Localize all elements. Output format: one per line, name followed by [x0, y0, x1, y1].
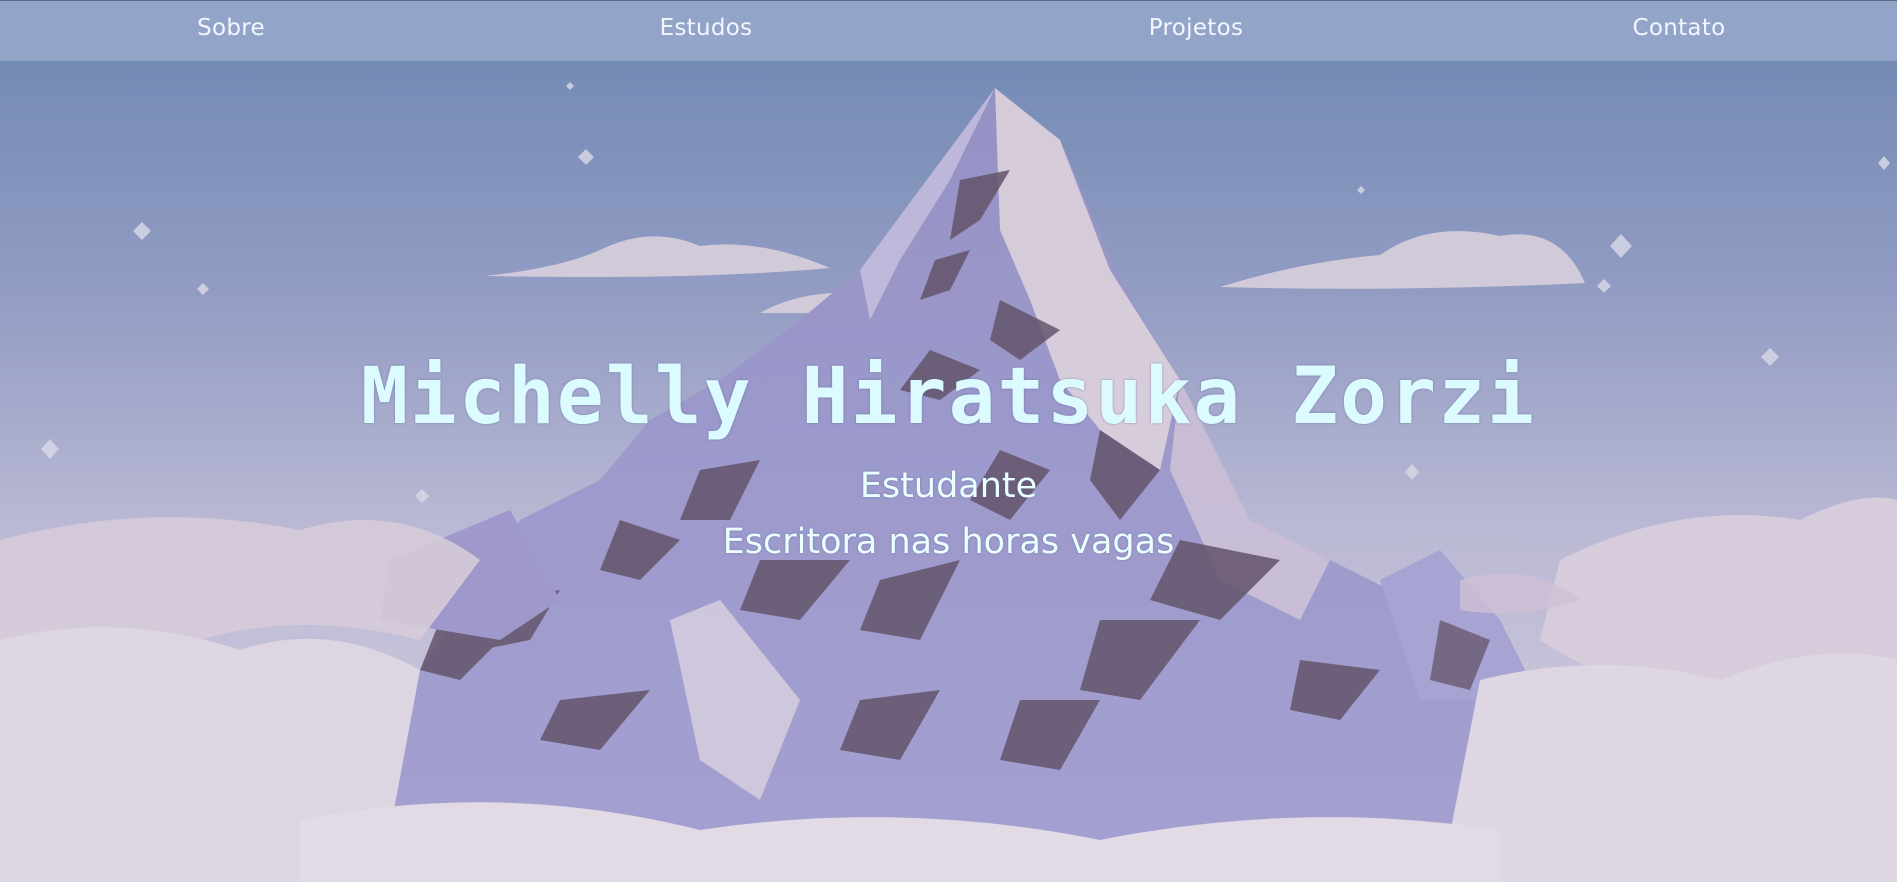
top-navbar: Sobre Estudos Projetos Contato [0, 0, 1897, 61]
nav-link-contato[interactable]: Contato [1632, 15, 1725, 41]
hero-subtitle-hobby: Escritora nas horas vagas [722, 522, 1175, 562]
page: Sobre Estudos Projetos Contato Michelly … [0, 0, 1897, 885]
mountain-illustration-icon [0, 0, 1897, 885]
hero-background [0, 0, 1897, 885]
nav-link-projetos[interactable]: Projetos [1149, 15, 1244, 41]
hero-subtitle-role: Estudante [859, 466, 1038, 506]
hero-title-name: Michelly Hiratsuka Zorzi [360, 352, 1537, 442]
nav-link-sobre[interactable]: Sobre [197, 15, 265, 41]
nav-link-estudos[interactable]: Estudos [660, 15, 753, 41]
